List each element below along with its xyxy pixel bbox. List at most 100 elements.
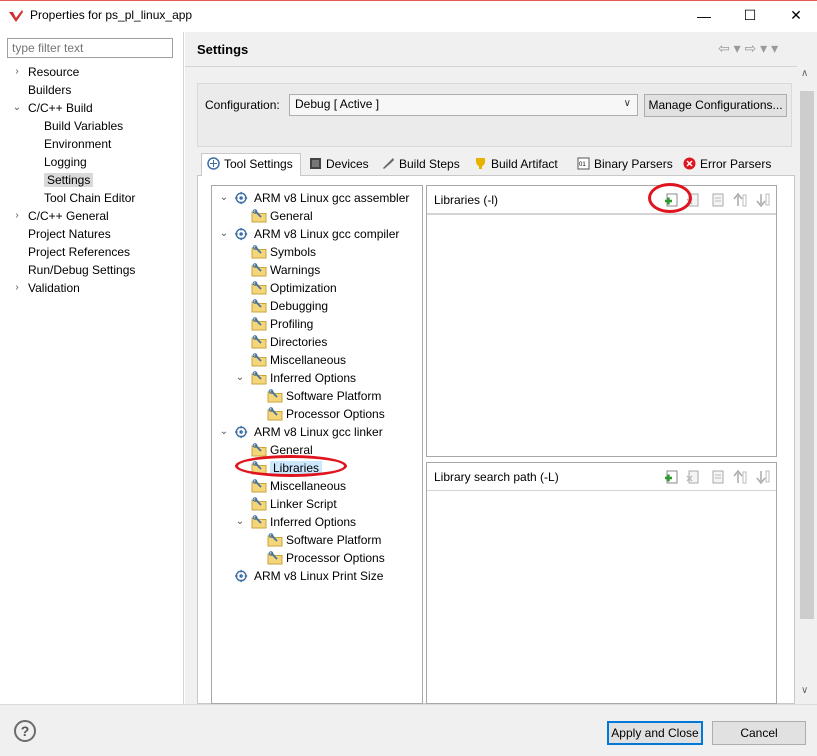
tool-tree-label: Software Platform (286, 389, 382, 403)
expand-arrow-icon[interactable]: › (12, 64, 22, 80)
tool-option-node[interactable]: Miscellaneous (270, 351, 346, 369)
left-tree-item[interactable]: Validation (28, 279, 80, 297)
scrollbar-thumb[interactable] (800, 91, 814, 619)
tab-binary-parsers[interactable]: 01 Binary Parsers (571, 153, 676, 175)
devices-icon (310, 158, 321, 169)
library-search-path-header: Library search path (-L) (427, 463, 776, 491)
left-tree-item[interactable]: Settings (44, 171, 94, 189)
move-down-icon[interactable] (755, 469, 771, 485)
option-folder-icon (251, 443, 267, 457)
tool-option-node[interactable]: Directories (270, 333, 327, 351)
library-search-path-title: Library search path (-L) (434, 470, 559, 484)
tool-tree-label: Profiling (270, 317, 314, 331)
tool-node[interactable]: ARM v8 Linux gcc compiler (254, 225, 399, 243)
tool-option-node[interactable]: Processor Options (286, 549, 385, 567)
collapse-arrow-icon[interactable]: ⌄ (235, 514, 245, 530)
tool-node[interactable]: ARM v8 Linux gcc linker (254, 423, 383, 441)
tab-label: Tool Settings (224, 157, 293, 171)
cancel-button[interactable]: Cancel (712, 721, 806, 745)
scroll-up-icon[interactable]: ∧ (801, 68, 808, 79)
left-tree-item[interactable]: C/C++ General (28, 207, 109, 225)
option-folder-icon (251, 515, 267, 529)
close-button[interactable]: ✕ (773, 0, 817, 31)
delete-icon[interactable] (685, 469, 701, 485)
option-folder-icon (251, 209, 267, 223)
tool-tree-label: Inferred Options (270, 371, 357, 385)
history-nav-arrows[interactable]: ⇦ ▾ ⇨ ▾ ▾ (718, 40, 778, 57)
add-library-highlight (648, 183, 692, 213)
apply-and-close-button[interactable]: Apply and Close (607, 721, 703, 745)
collapse-arrow-icon[interactable]: ⌄ (12, 100, 22, 116)
tool-gear-icon (235, 569, 248, 583)
tool-tree-label: Processor Options (286, 551, 385, 565)
tab-build-steps[interactable]: Build Steps (376, 153, 466, 175)
build-steps-icon (383, 158, 394, 169)
tool-tree-label: General (270, 209, 313, 223)
minimize-button[interactable]: — (681, 0, 727, 31)
expand-arrow-icon[interactable]: › (12, 208, 22, 224)
tool-option-node[interactable]: Optimization (270, 279, 337, 297)
left-tree-label: Tool Chain Editor (44, 191, 136, 205)
left-tree-label: C/C++ Build (28, 101, 93, 115)
tool-settings-tree: ARM v8 Linux gcc assembler ⌄ General ARM v8… (211, 185, 423, 704)
tab-label: Binary Parsers (594, 157, 673, 171)
left-tree-label: Environment (44, 137, 112, 151)
tool-option-node[interactable]: Profiling (270, 315, 313, 333)
tool-option-node[interactable]: Inferred Options (270, 513, 356, 531)
tool-tree-label: Linker Script (270, 497, 337, 511)
tab-build-artifact[interactable]: Build Artifact (468, 153, 569, 175)
left-tree-item[interactable]: Run/Debug Settings (28, 261, 135, 279)
svg-text:01: 01 (579, 162, 586, 168)
manage-configurations-button[interactable]: Manage Configurations... (644, 94, 787, 117)
tool-tree-label: Optimization (270, 281, 337, 295)
move-down-icon[interactable] (755, 192, 771, 208)
left-tree-item[interactable]: Builders (28, 81, 71, 99)
tool-option-node[interactable]: Debugging (270, 297, 328, 315)
tool-node[interactable]: ARM v8 Linux gcc assembler (254, 189, 409, 207)
left-tree-item[interactable]: Tool Chain Editor (44, 189, 135, 207)
scroll-down-icon[interactable]: ∨ (801, 685, 808, 696)
tool-option-node[interactable]: Symbols (270, 243, 316, 261)
left-tree-item[interactable]: Logging (44, 153, 87, 171)
option-folder-icon (251, 353, 267, 367)
collapse-arrow-icon[interactable]: ⌄ (219, 226, 229, 242)
move-up-icon[interactable] (732, 192, 748, 208)
left-tree-label: Logging (44, 155, 87, 169)
tool-node[interactable]: ARM v8 Linux Print Size (254, 567, 383, 585)
tool-option-node[interactable]: Warnings (270, 261, 320, 279)
tool-option-node[interactable]: General (270, 207, 313, 225)
move-up-icon[interactable] (732, 469, 748, 485)
left-tree-item[interactable]: Resource (28, 63, 79, 81)
add-icon[interactable] (663, 469, 679, 485)
tool-tree-label: ARM v8 Linux gcc linker (254, 425, 383, 439)
left-tree-item[interactable]: Build Variables (44, 117, 123, 135)
option-folder-icon (251, 263, 267, 277)
left-tree-item[interactable]: Project Natures (28, 225, 111, 243)
tool-option-node[interactable]: Inferred Options (270, 369, 356, 387)
tool-option-node[interactable]: Processor Options (286, 405, 385, 423)
tab-tool-settings[interactable]: Tool Settings (201, 153, 301, 176)
left-tree-item[interactable]: Environment (44, 135, 111, 153)
configuration-select[interactable]: Debug [ Active ] ∨ (289, 94, 638, 116)
tool-option-node[interactable]: Software Platform (286, 387, 381, 405)
tool-option-node[interactable]: Software Platform (286, 531, 381, 549)
collapse-arrow-icon[interactable]: ⌄ (235, 370, 245, 386)
left-tree-item[interactable]: Project References (28, 243, 130, 261)
configuration-value: Debug [ Active ] (295, 97, 380, 111)
edit-icon[interactable] (710, 469, 726, 485)
tab-devices[interactable]: Devices (303, 153, 375, 175)
tool-tree-label: Software Platform (286, 533, 382, 547)
tab-error-parsers[interactable]: Error Parsers (677, 153, 773, 175)
collapse-arrow-icon[interactable]: ⌄ (219, 190, 229, 206)
edit-icon[interactable] (710, 192, 726, 208)
filter-input[interactable] (7, 38, 173, 58)
tool-option-node[interactable]: Miscellaneous (270, 477, 346, 495)
collapse-arrow-icon[interactable]: ⌄ (219, 424, 229, 440)
left-tree-item[interactable]: C/C++ Build (28, 99, 93, 117)
maximize-button[interactable]: ☐ (727, 0, 773, 31)
tool-gear-icon (235, 227, 248, 241)
tool-option-node[interactable]: Linker Script (270, 495, 337, 513)
help-button[interactable]: ? (14, 720, 36, 742)
configuration-label: Configuration: (205, 98, 280, 112)
expand-arrow-icon[interactable]: › (12, 280, 22, 296)
